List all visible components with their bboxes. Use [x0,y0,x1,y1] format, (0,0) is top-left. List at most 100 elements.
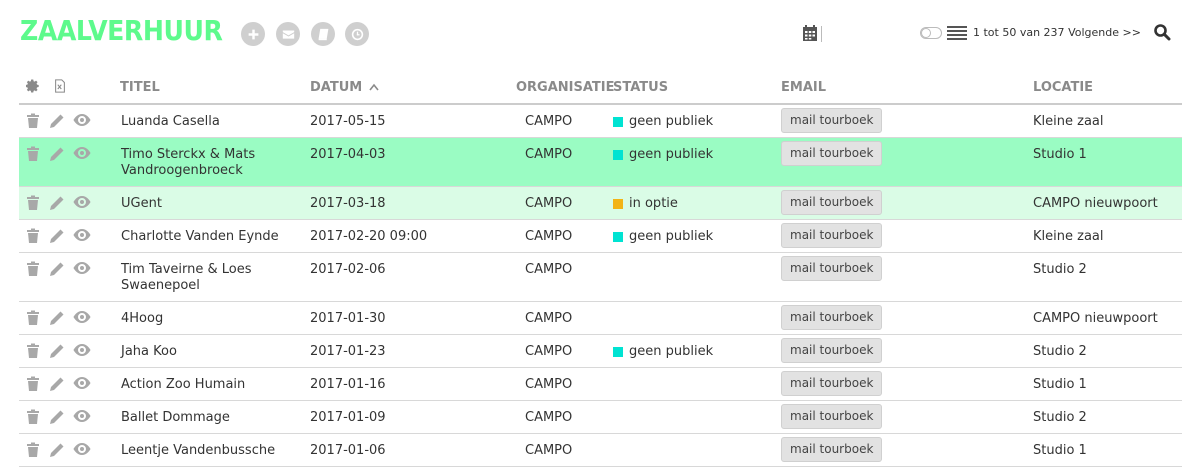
excel-export-icon[interactable] [53,78,67,97]
book-button[interactable] [311,22,335,46]
row-organisation-cell: CAMPO [516,334,613,368]
table-row[interactable]: Jaha Koo 2017-01-23 CAMPO geen publiek mail … [19,334,1182,368]
trash-icon[interactable] [25,409,41,429]
row-title: Ballet Dommage [121,410,230,425]
mail-tourboek-button[interactable]: mail tourboek [781,190,883,215]
row-title: Luanda Casella [121,114,220,129]
eye-icon[interactable] [73,113,91,133]
row-organisation-cell: CAMPO [516,137,613,187]
trash-icon[interactable] [25,113,41,133]
table-row[interactable]: Charlotte Vanden Eynde 2017-02-20 09:00 CA… [19,219,1182,253]
mail-tourboek-button[interactable]: mail tourboek [781,141,883,166]
pencil-icon[interactable] [49,195,65,215]
row-organisation: CAMPO [525,443,573,458]
list-view-icon[interactable] [947,26,967,40]
organisation-header[interactable]: ORGANISATIE [516,72,615,105]
eye-icon[interactable] [73,376,91,396]
status-header[interactable]: STATUS [613,72,781,105]
eye-icon[interactable] [73,195,91,215]
table-row[interactable]: UGent 2017-03-18 CAMPO in optie mail tourboe… [19,186,1182,220]
pencil-icon[interactable] [49,261,65,281]
trash-icon[interactable] [25,442,41,462]
row-location: Kleine zaal [1033,229,1104,244]
email-header[interactable]: EMAIL [781,72,1033,105]
row-status-cell [613,433,781,467]
row-email-cell: mail tourboek [781,186,1033,220]
row-location-cell: CAMPO nieuwpoort [1033,186,1182,220]
row-location-cell: Studio 2 [1033,252,1182,302]
row-date-cell: 2017-04-03 [310,137,516,187]
trash-icon[interactable] [25,228,41,248]
table-row[interactable]: Luanda Casella 2017-05-15 CAMPO geen publie… [19,104,1182,138]
gear-icon[interactable] [25,79,40,97]
table-row[interactable]: Tim Taveirne & Loes Swaenepoel 2017-02-06… [19,252,1182,302]
eye-icon[interactable] [73,442,91,462]
eye-icon[interactable] [73,343,91,363]
history-button[interactable] [345,22,369,46]
next-page-link[interactable]: Volgende >> [1068,26,1141,39]
pencil-icon[interactable] [49,310,65,330]
row-location-cell: Studio 2 [1033,334,1182,368]
eye-icon[interactable] [73,228,91,248]
row-organisation-cell: CAMPO [516,104,613,138]
toggle-icon[interactable] [920,27,942,39]
mail-tourboek-button[interactable]: mail tourboek [781,338,883,363]
mail-tourboek-button[interactable]: mail tourboek [781,371,883,396]
eye-icon[interactable] [73,409,91,429]
row-date-cell: 2017-02-20 09:00 [310,219,516,253]
table-row[interactable]: Leentje Vandenbussche 2017-01-06 CAMPO mail… [19,433,1182,467]
row-email-cell: mail tourboek [781,219,1033,253]
row-title: Charlotte Vanden Eynde [121,229,279,244]
pencil-icon[interactable] [49,343,65,363]
row-title: Jaha Koo [121,344,177,359]
mail-tourboek-button[interactable]: mail tourboek [781,223,883,248]
mail-tourboek-button[interactable]: mail tourboek [781,108,883,133]
trash-icon[interactable] [25,195,41,215]
trash-icon[interactable] [25,261,41,281]
mail-button[interactable] [276,22,300,46]
eye-icon[interactable] [73,310,91,330]
row-title-cell: Luanda Casella [120,104,310,138]
eye-icon[interactable] [73,146,91,166]
row-actions [19,104,120,138]
pencil-icon[interactable] [49,376,65,396]
trash-icon[interactable] [25,310,41,330]
pencil-icon[interactable] [49,442,65,462]
mail-tourboek-button[interactable]: mail tourboek [781,404,883,429]
mail-icon [282,29,294,39]
pencil-icon[interactable] [49,228,65,248]
sort-ascending-icon [369,80,379,95]
table-row[interactable]: Action Zoo Humain 2017-01-16 CAMPO mail tou… [19,367,1182,401]
add-button[interactable] [241,22,265,46]
mail-tourboek-button[interactable]: mail tourboek [781,256,883,281]
trash-icon[interactable] [25,376,41,396]
row-organisation: CAMPO [525,311,573,326]
location-header[interactable]: LOCATIE [1033,72,1182,105]
row-organisation: CAMPO [525,344,573,359]
row-organisation: CAMPO [525,114,573,129]
mail-tourboek-button[interactable]: mail tourboek [781,305,883,330]
row-date-cell: 2017-01-09 [310,400,516,434]
calendar-icon[interactable] [801,24,819,42]
mail-tourboek-button[interactable]: mail tourboek [781,437,883,462]
trash-icon[interactable] [25,343,41,363]
organisation-header-label: ORGANISATIE [516,80,615,95]
pencil-icon[interactable] [49,146,65,166]
title-header[interactable]: TITEL [120,72,310,105]
row-location-cell: CAMPO nieuwpoort [1033,301,1182,335]
table-row[interactable]: Timo Sterckx & Mats Vandroogenbroeck 2017… [19,137,1182,187]
row-organisation-cell: CAMPO [516,252,613,302]
search-icon[interactable] [1153,23,1171,41]
row-date-cell: 2017-05-15 [310,104,516,138]
eye-icon[interactable] [73,261,91,281]
row-actions [19,301,120,335]
row-actions [19,367,120,401]
pencil-icon[interactable] [49,409,65,429]
table-row[interactable]: 4Hoog 2017-01-30 CAMPO mail tourboek CAMPO n… [19,301,1182,335]
trash-icon[interactable] [25,146,41,166]
pencil-icon[interactable] [49,113,65,133]
row-location: Studio 1 [1033,443,1087,458]
table-row[interactable]: Ballet Dommage 2017-01-09 CAMPO mail tourbo… [19,400,1182,434]
date-header[interactable]: DATUM [310,72,516,105]
row-title-cell: Charlotte Vanden Eynde [120,219,310,253]
